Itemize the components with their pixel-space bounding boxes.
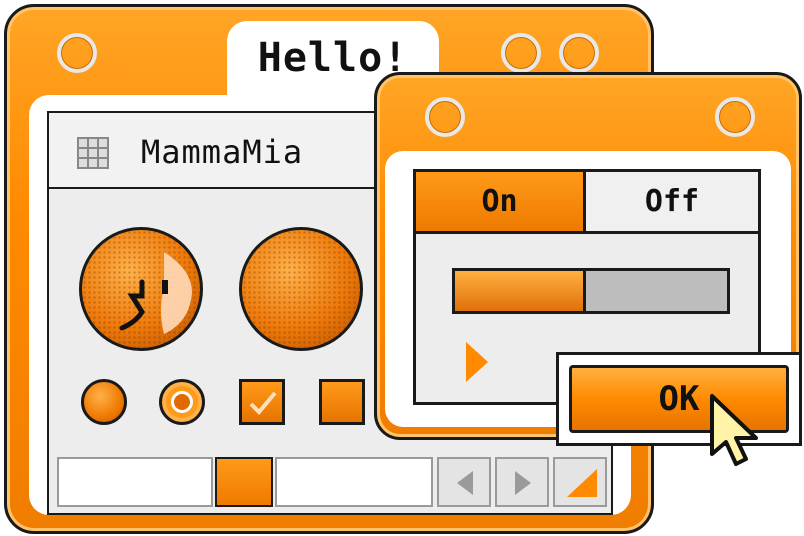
scroll-right-button[interactable] xyxy=(495,457,549,507)
scroll-thumb[interactable] xyxy=(215,457,273,507)
resize-grip[interactable] xyxy=(553,457,607,507)
tab-off[interactable]: Off xyxy=(586,172,758,234)
arrow-right-icon xyxy=(515,471,531,495)
scroll-track-right[interactable] xyxy=(275,457,433,507)
checkbox-checked[interactable] xyxy=(239,379,285,425)
header-label: MammaMia xyxy=(141,133,304,171)
checkmark-icon xyxy=(249,391,277,415)
grid-icon xyxy=(77,137,109,169)
progress-fill xyxy=(455,271,586,311)
pointer-cursor-icon xyxy=(710,394,758,466)
scrollbar[interactable] xyxy=(47,449,613,515)
tab-on[interactable]: On xyxy=(416,172,586,234)
radio-filled[interactable] xyxy=(81,379,127,425)
radio-selected[interactable] xyxy=(159,379,205,425)
minimize-button[interactable] xyxy=(501,33,541,73)
progress-bar xyxy=(452,268,730,314)
play-arrow-icon[interactable] xyxy=(466,342,488,382)
arrow-left-icon xyxy=(457,471,473,495)
finder-knob[interactable] xyxy=(79,227,203,351)
scroll-left-button[interactable] xyxy=(437,457,491,507)
finder-face-icon xyxy=(119,252,192,334)
zoom-button[interactable] xyxy=(559,33,599,73)
checkbox[interactable] xyxy=(319,379,365,425)
close-button[interactable] xyxy=(57,33,97,73)
dialog-close-button[interactable] xyxy=(425,97,465,137)
scroll-track-left[interactable] xyxy=(57,457,213,507)
dialog-zoom-button[interactable] xyxy=(715,97,755,137)
resize-grip-icon xyxy=(567,469,597,497)
knob[interactable] xyxy=(239,227,363,351)
